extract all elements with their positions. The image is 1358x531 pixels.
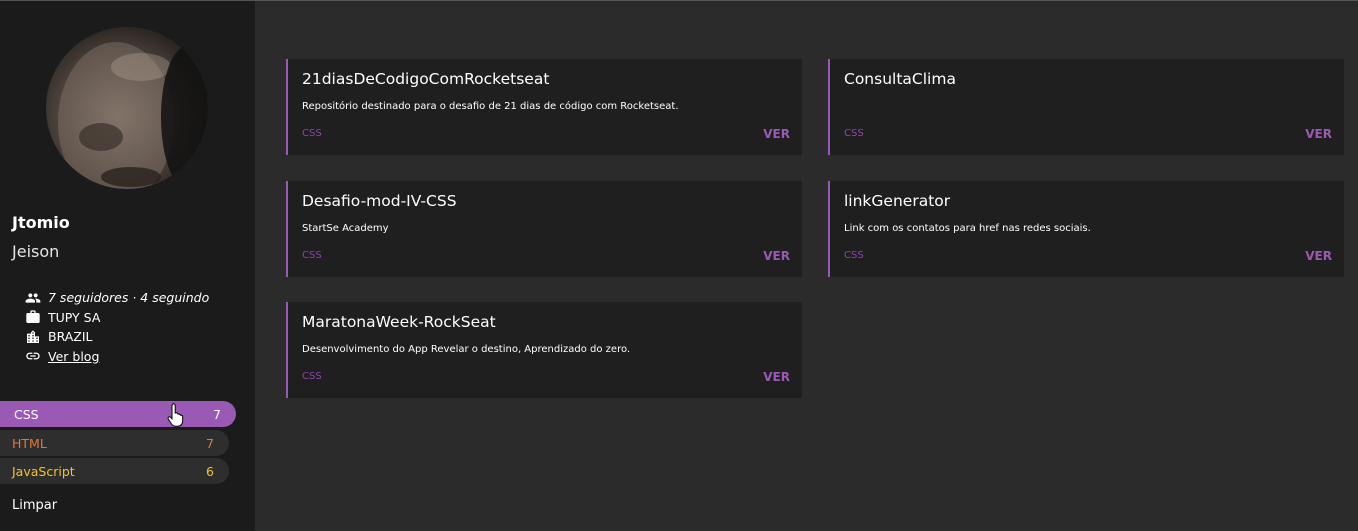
avatar-image	[58, 42, 208, 189]
repo-view-link[interactable]: VER	[1305, 249, 1332, 263]
language-filter-javascript[interactable]: JavaScript 6	[0, 458, 229, 484]
repo-language: CSS	[844, 250, 864, 261]
repo-language: CSS	[302, 250, 322, 261]
avatar	[46, 27, 208, 189]
repo-title: linkGenerator	[844, 192, 951, 210]
profile-sidebar: Jtomio Jeison 7 seguidores · 4 seguindo …	[0, 1, 255, 531]
user-name: Jeison	[12, 242, 60, 261]
location-row: BRAZIL	[25, 327, 209, 347]
repo-card: linkGenerator Link com os contatos para …	[828, 181, 1344, 277]
language-label: HTML	[12, 435, 47, 451]
followers-text: 7 seguidores · 4 seguindo	[48, 290, 210, 306]
repo-title: MaratonaWeek-RockSeat	[302, 313, 496, 331]
location-text: BRAZIL	[48, 329, 93, 345]
repo-view-link[interactable]: VER	[763, 249, 790, 263]
people-icon	[25, 290, 41, 306]
profile-info-list: 7 seguidores · 4 seguindo TUPY SA BRAZIL…	[25, 288, 209, 366]
repo-language: CSS	[302, 128, 322, 139]
link-icon	[25, 348, 41, 364]
building-icon	[25, 329, 41, 345]
repo-card: MaratonaWeek-RockSeat Desenvolvimento do…	[286, 302, 802, 398]
hand-cursor-icon	[167, 403, 184, 427]
repo-view-link[interactable]: VER	[1305, 127, 1332, 141]
language-count: 7	[213, 406, 221, 422]
language-filter-css[interactable]: CSS 7	[0, 401, 236, 427]
repo-description: Desenvolvimento do App Revelar o destino…	[302, 344, 631, 355]
language-label: CSS	[14, 406, 39, 422]
language-label: JavaScript	[12, 463, 75, 479]
repo-card: Desafio-mod-IV-CSS StartSe Academy CSS V…	[286, 181, 802, 277]
company-row: TUPY SA	[25, 308, 209, 328]
repo-card: ConsultaClima CSS VER	[828, 59, 1344, 155]
repo-title: ConsultaClima	[844, 70, 956, 88]
repo-description: Link com os contatos para href nas redes…	[844, 223, 1091, 234]
repo-description: Repositório destinado para o desafio de …	[302, 101, 679, 112]
repo-language: CSS	[302, 371, 322, 382]
language-count: 6	[206, 463, 214, 479]
repo-view-link[interactable]: VER	[763, 127, 790, 141]
repo-card: 21diasDeCodigoComRocketseat Repositório …	[286, 59, 802, 155]
blog-row: Ver blog	[25, 347, 209, 367]
repo-title: 21diasDeCodigoComRocketseat	[302, 70, 550, 88]
language-filter-html[interactable]: HTML 7	[0, 430, 229, 456]
clear-filter-button[interactable]: Limpar	[12, 498, 57, 513]
user-login: Jtomio	[12, 213, 70, 232]
followers-row: 7 seguidores · 4 seguindo	[25, 288, 209, 308]
repo-view-link[interactable]: VER	[763, 370, 790, 384]
repo-language: CSS	[844, 128, 864, 139]
language-count: 7	[206, 435, 214, 451]
blog-link[interactable]: Ver blog	[48, 349, 99, 364]
repo-description: StartSe Academy	[302, 223, 389, 234]
company-text: TUPY SA	[48, 309, 101, 325]
briefcase-icon	[25, 309, 41, 325]
repo-title: Desafio-mod-IV-CSS	[302, 192, 457, 210]
